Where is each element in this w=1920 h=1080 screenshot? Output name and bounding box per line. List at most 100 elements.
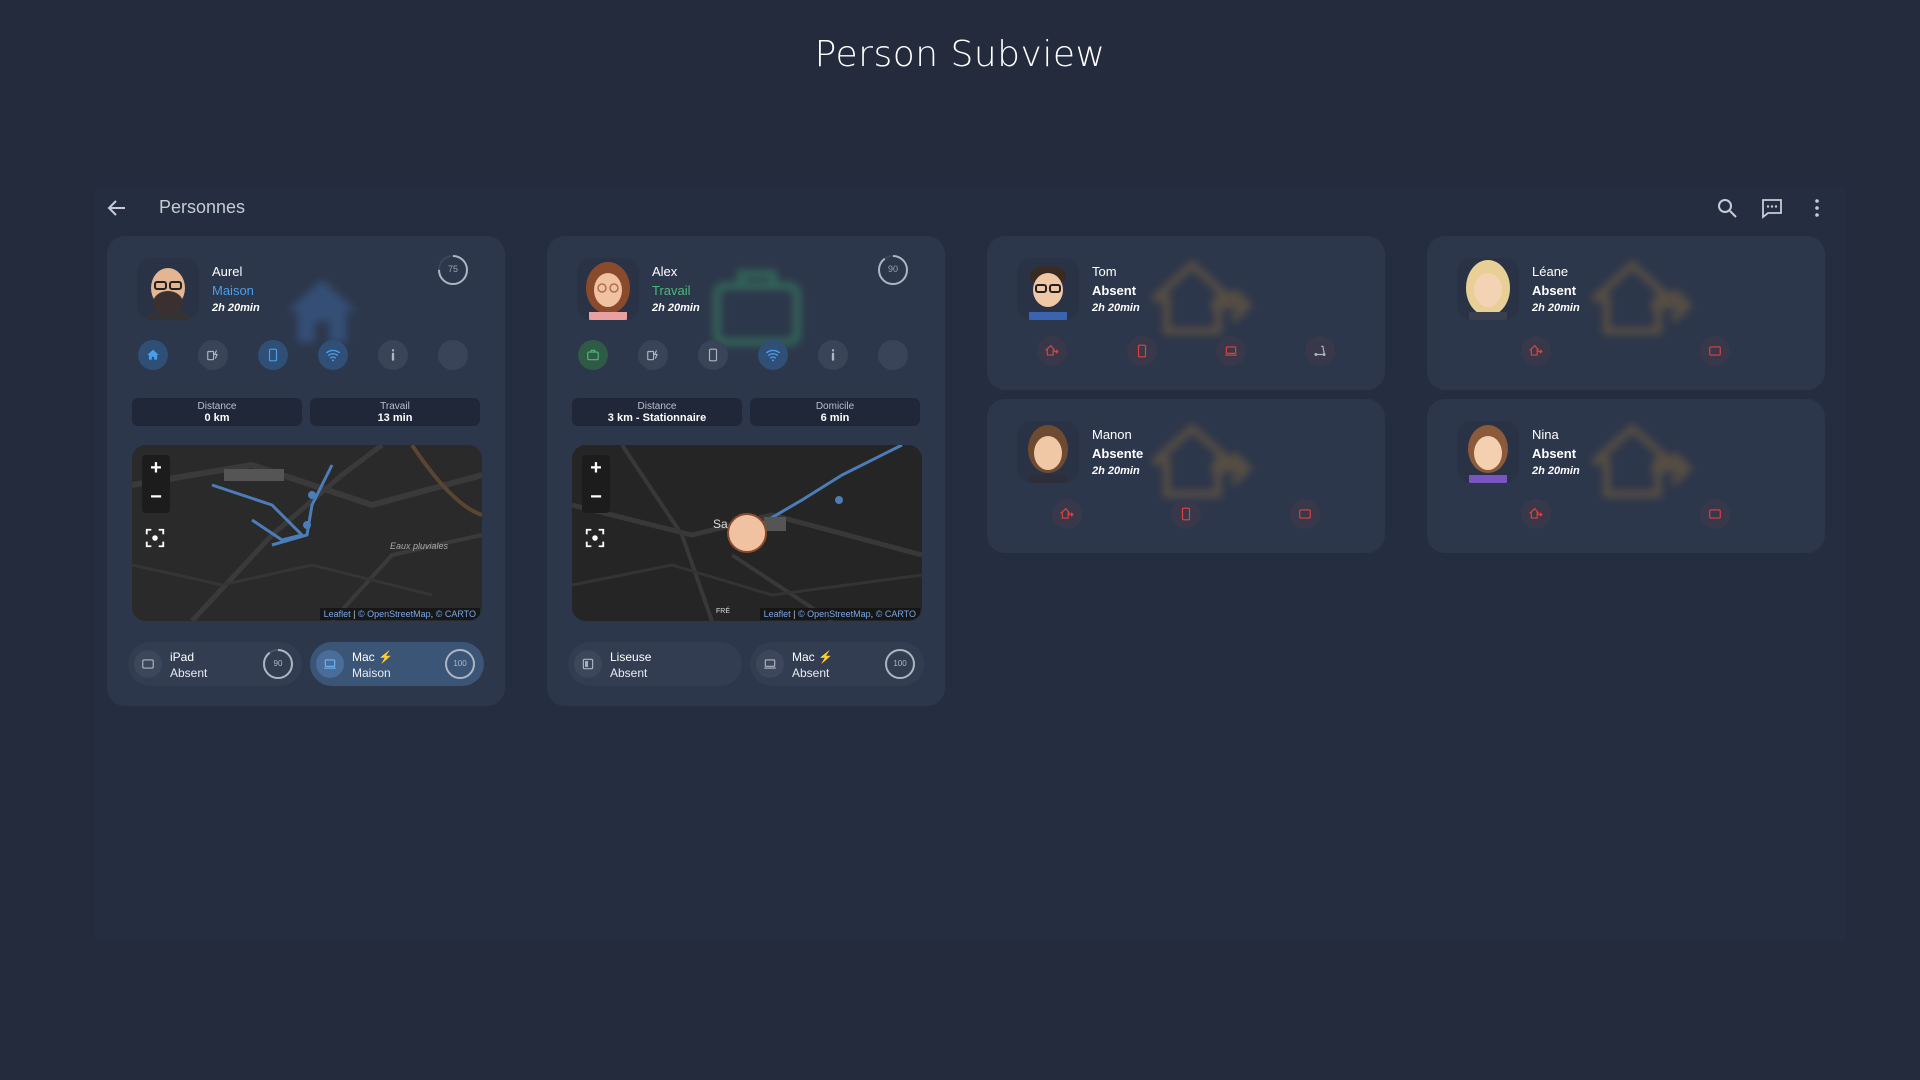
- laptop-icon: [756, 650, 784, 678]
- page-title: Person Subview: [814, 34, 1106, 75]
- info-home: Domicile 6 min: [750, 398, 920, 426]
- scooter-icon[interactable]: [1305, 336, 1335, 366]
- phone-icon[interactable]: [258, 340, 288, 370]
- phone-icon[interactable]: [1171, 499, 1201, 529]
- person-card-manon[interactable]: Manon Absente 2h 20min: [987, 399, 1385, 553]
- person-status: Travail: [652, 283, 691, 298]
- laptop-icon: [316, 650, 344, 678]
- focus-icon[interactable]: [584, 527, 606, 549]
- device-mac[interactable]: Mac ⚡ Maison 100: [310, 642, 484, 686]
- tablet-icon[interactable]: [1290, 499, 1320, 529]
- avatar: [577, 258, 639, 320]
- device-mac[interactable]: Mac ⚡ Absent 100: [750, 642, 924, 686]
- device-liseuse[interactable]: Liseuse Absent: [568, 642, 742, 686]
- person-status: Absente: [1092, 446, 1144, 461]
- person-status: Maison: [212, 283, 254, 298]
- sensor-row: [107, 340, 505, 374]
- person-duration: 2h 20min: [1532, 465, 1580, 477]
- avatar: [1457, 258, 1519, 320]
- device-ipad[interactable]: iPad Absent 90: [128, 642, 302, 686]
- map[interactable]: Eaux pluviales + − Leaflet | © OpenStree…: [132, 445, 482, 621]
- chat-icon[interactable]: [1760, 196, 1784, 220]
- zoom-control: + −: [582, 455, 610, 513]
- battery-value: 75: [447, 264, 458, 274]
- device-name: Mac ⚡: [792, 650, 833, 664]
- info-value: 13 min: [377, 412, 413, 424]
- header-title: Personnes: [159, 197, 246, 217]
- back-arrow-icon[interactable]: [105, 196, 129, 220]
- away-watermark-icon: [1592, 260, 1693, 335]
- exit-home-icon[interactable]: [1521, 336, 1551, 366]
- app-window: Personnes Aurel Maison 2h 20min 75 Dista…: [95, 188, 1845, 940]
- device-battery-value: 100: [453, 659, 467, 668]
- charging-icon[interactable]: [198, 340, 228, 370]
- wifi-icon[interactable]: [318, 340, 348, 370]
- zoom-in-button[interactable]: +: [142, 455, 170, 484]
- moon-icon[interactable]: [878, 340, 908, 370]
- person-name: Manon: [1092, 427, 1132, 442]
- exit-home-icon[interactable]: [1521, 499, 1551, 529]
- work-icon[interactable]: [578, 340, 608, 370]
- map-attribution: Leaflet | © OpenStreetMap, © CARTO: [759, 608, 920, 620]
- carto-link[interactable]: © CARTO: [876, 609, 916, 619]
- person-name: Alex: [652, 264, 678, 279]
- person-card-aurel[interactable]: Aurel Maison 2h 20min 75 Distance 0 km T…: [107, 236, 505, 706]
- phone-icon[interactable]: [698, 340, 728, 370]
- exit-home-icon[interactable]: [1052, 499, 1082, 529]
- avatar: [1017, 421, 1079, 483]
- person-duration: 2h 20min: [1092, 302, 1140, 314]
- away-watermark-icon: [1152, 423, 1253, 498]
- more-vert-icon[interactable]: [1805, 196, 1829, 220]
- walking-icon[interactable]: [378, 340, 408, 370]
- device-name: iPad: [170, 650, 195, 664]
- leaflet-link[interactable]: Leaflet: [324, 609, 351, 619]
- search-icon[interactable]: [1715, 196, 1739, 220]
- info-label: Domicile: [815, 401, 855, 412]
- map[interactable]: Sa FRÉ + − Leaflet | © OpenStreetMap, © …: [572, 445, 922, 621]
- battery-value: 90: [887, 264, 898, 274]
- map-label: Sa: [713, 517, 728, 531]
- map-attribution: Leaflet | © OpenStreetMap, © CARTO: [319, 608, 480, 620]
- wifi-icon[interactable]: [758, 340, 788, 370]
- moon-icon[interactable]: [438, 340, 468, 370]
- person-status: Absent: [1092, 283, 1137, 298]
- walking-icon[interactable]: [818, 340, 848, 370]
- home-watermark-icon: [287, 279, 357, 343]
- osm-link[interactable]: © OpenStreetMap: [358, 609, 431, 619]
- zoom-out-button[interactable]: −: [582, 484, 610, 513]
- leaflet-link[interactable]: Leaflet: [764, 609, 791, 619]
- carto-link[interactable]: © CARTO: [436, 609, 476, 619]
- laptop-icon[interactable]: [1216, 336, 1246, 366]
- device-name: Mac ⚡: [352, 650, 393, 664]
- home-icon[interactable]: [138, 340, 168, 370]
- info-distance: Distance 3 km - Stationnaire: [572, 398, 742, 426]
- person-card-tom[interactable]: Tom Absent 2h 20min: [987, 236, 1385, 390]
- tablet-icon[interactable]: [1700, 336, 1730, 366]
- focus-icon[interactable]: [144, 527, 166, 549]
- exit-home-icon[interactable]: [1037, 336, 1067, 366]
- person-name: Tom: [1092, 264, 1117, 279]
- device-name: Liseuse: [610, 650, 652, 664]
- person-card-alex[interactable]: Alex Travail 2h 20min 90 Distance 3 km -…: [547, 236, 945, 706]
- person-duration: 2h 20min: [1532, 302, 1580, 314]
- osm-link[interactable]: © OpenStreetMap: [798, 609, 871, 619]
- ereader-icon: [574, 650, 602, 678]
- top-bar: Personnes: [95, 188, 1845, 230]
- person-card-leane[interactable]: Léane Absent 2h 20min: [1427, 236, 1825, 390]
- tablet-icon[interactable]: [1700, 499, 1730, 529]
- person-duration: 2h 20min: [212, 302, 260, 314]
- sensor-row: [547, 340, 945, 374]
- person-name: Aurel: [212, 264, 243, 279]
- person-status: Absent: [1532, 446, 1577, 461]
- tablet-icon: [134, 650, 162, 678]
- info-value: 3 km - Stationnaire: [607, 412, 707, 424]
- charging-icon[interactable]: [638, 340, 668, 370]
- phone-icon[interactable]: [1127, 336, 1157, 366]
- zoom-out-button[interactable]: −: [142, 484, 170, 513]
- info-label: Distance: [197, 401, 237, 412]
- person-card-nina[interactable]: Nina Absent 2h 20min: [1427, 399, 1825, 553]
- info-distance: Distance 0 km: [132, 398, 302, 426]
- zoom-in-button[interactable]: +: [582, 455, 610, 484]
- avatar: [1017, 258, 1079, 320]
- location-marker-avatar[interactable]: [727, 513, 767, 553]
